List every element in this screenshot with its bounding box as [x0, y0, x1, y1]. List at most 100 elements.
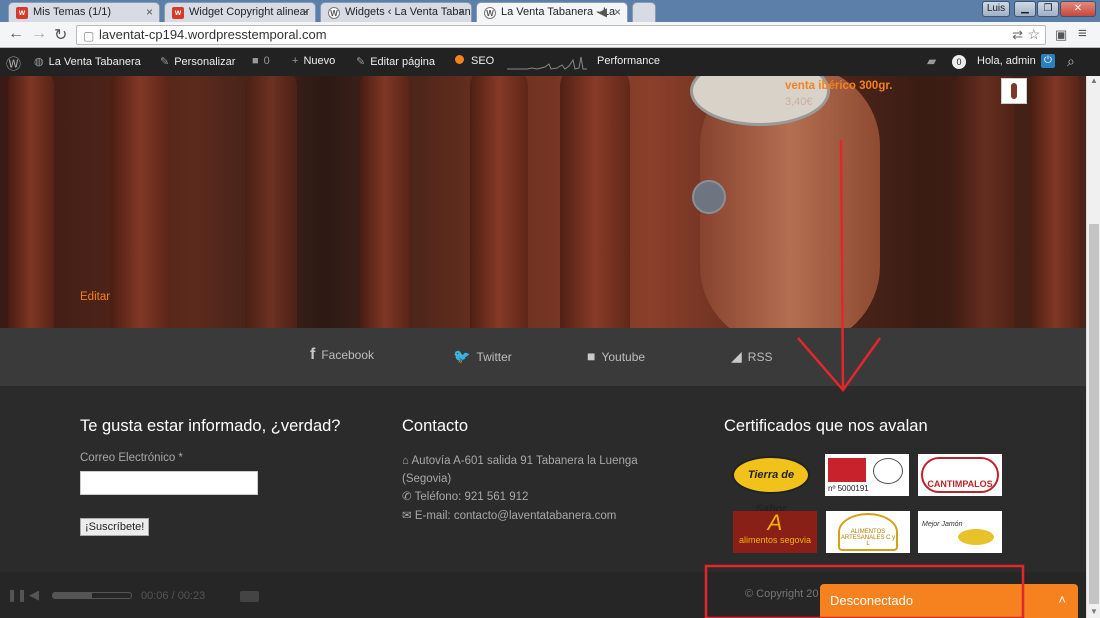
hero-background-image: venta ibérico 300gr. 3,40€ Editar — [0, 76, 1086, 328]
window-close-button[interactable]: ✕ — [1060, 1, 1096, 17]
alimentos-artesanales-logo[interactable]: ALIMENTOS ARTESANALES C y L — [826, 511, 910, 553]
profile-badge[interactable]: Luis — [982, 1, 1010, 17]
rss-icon: ◢ — [731, 348, 742, 364]
restore-button[interactable]: ❐ — [1037, 1, 1059, 17]
product-thumbnail[interactable] — [1001, 78, 1027, 104]
footer-widgets: Te gusta estar informado, ¿verdad? Corre… — [0, 386, 1086, 572]
contact-phone: ✆ Teléfono: 921 561 912 — [402, 491, 529, 503]
brush-icon: ✎ — [160, 56, 170, 68]
notification-count-badge[interactable]: 0 — [952, 55, 966, 69]
scroll-up-arrow-icon[interactable]: ▲ — [1090, 76, 1098, 85]
certificates-heading: Certificados que nos avalan — [724, 417, 928, 435]
reload-icon[interactable]: ↻ — [54, 25, 67, 45]
translate-icon[interactable]: ⇄ — [1012, 27, 1023, 43]
browser-toolbar: ← → ↻ ▢ laventat-cp194.wordpresstemporal… — [0, 22, 1100, 48]
tab-title: Widgets ‹ La Venta Tabanera — [345, 6, 471, 18]
social-link-twitter[interactable]: 🐦 Twitter — [453, 348, 512, 365]
pause-icon[interactable]: ❚❚ — [7, 588, 27, 602]
wordpress-logo-icon[interactable]: Ⓦ — [6, 53, 21, 74]
wu-favicon-icon: w — [172, 7, 184, 19]
scroll-down-arrow-icon[interactable]: ▼ — [1090, 607, 1098, 616]
audio-options-icon[interactable] — [240, 591, 259, 602]
admin-edit-page[interactable]: ✎ Editar página — [356, 55, 435, 68]
admin-customize[interactable]: ✎ Personalizar — [160, 55, 235, 68]
dashboard-icon: ◍ — [34, 56, 44, 68]
cantimpalos-logo[interactable]: CANTIMPALOS — [918, 454, 1002, 496]
social-link-rss[interactable]: ◢ RSS — [731, 348, 772, 365]
plus-icon: + — [292, 55, 299, 67]
admin-site-name[interactable]: ◍ La Venta Tabanera — [34, 55, 141, 68]
close-icon[interactable]: × — [302, 5, 309, 19]
tierra-de-sabor-logo[interactable]: Tierra de Sabor — [730, 454, 814, 515]
extension-icon[interactable]: ▣ — [1055, 27, 1067, 43]
newsletter-heading: Te gusta estar informado, ¿verdad? — [80, 417, 341, 435]
tab-mis-temas[interactable]: w Mis Temas (1/1) × — [8, 2, 160, 22]
alimentos-segovia-logo[interactable]: A alimentos segovia — [733, 511, 817, 553]
wu-favicon-icon: w — [16, 7, 28, 19]
close-icon[interactable]: × — [614, 5, 621, 19]
bookmark-star-icon[interactable]: ☆ — [1027, 26, 1040, 43]
product-name-link[interactable]: venta ibérico 300gr. — [785, 80, 892, 92]
admin-performance[interactable]: Performance — [597, 55, 660, 67]
edit-link[interactable]: Editar — [80, 291, 110, 303]
notification-flag-icon[interactable]: ▰ — [927, 54, 936, 68]
address-bar[interactable]: ▢ laventat-cp194.wordpresstemporal.com ⇄… — [76, 25, 1046, 45]
performance-sparkline-icon — [507, 56, 587, 70]
admin-seo[interactable]: SEO — [455, 55, 494, 67]
page-scrollbar[interactable]: ▲ ▼ — [1086, 76, 1100, 618]
browser-tab-strip: w Mis Temas (1/1) × w Widget Copyright a… — [0, 0, 1100, 22]
scrollbar-thumb[interactable] — [1089, 224, 1099, 604]
facebook-icon: f — [310, 346, 316, 363]
contact-email[interactable]: ✉ E-mail: contacto@laventatabanera.com — [402, 508, 616, 522]
url-text: laventat-cp194.wordpresstemporal.com — [99, 27, 327, 42]
chevron-up-icon[interactable]: ˄ — [1058, 592, 1066, 607]
audio-progress-bar[interactable] — [52, 592, 132, 599]
tab-la-venta-tabanera[interactable]: W La Venta Tabanera - La ◀ × — [476, 2, 628, 22]
wp-admin-bar: Ⓦ ◍ La Venta Tabanera ✎ Personalizar ■ 0 + N… — [0, 48, 1100, 76]
chat-widget[interactable]: Desconectado ˄ — [820, 584, 1078, 618]
comment-icon: ■ — [252, 55, 259, 67]
product-price: 3,40€ — [785, 96, 813, 108]
phone-icon: ✆ — [402, 491, 415, 503]
bureau-veritas-logo[interactable]: nº 5000191 — [825, 454, 909, 496]
admin-comments[interactable]: ■ 0 — [252, 55, 270, 67]
social-links-bar: f Facebook 🐦 Twitter ■ Youtube ◢ RSS — [0, 328, 1086, 386]
forward-arrow-icon[interactable]: → — [31, 25, 47, 43]
admin-new[interactable]: + Nuevo — [292, 55, 335, 67]
tab-widgets[interactable]: W Widgets ‹ La Venta Tabanera × — [320, 2, 472, 22]
copyright-text: © Copyright 20 — [745, 588, 819, 600]
admin-greeting[interactable]: Hola, admin — [977, 55, 1036, 67]
wordpress-favicon-icon: W — [484, 7, 496, 19]
wordpress-favicon-icon: W — [328, 7, 340, 19]
contact-address: ⌂ Autovía A-601 salida 91 Tabanera la Lu… — [402, 455, 638, 485]
close-icon[interactable]: × — [146, 5, 153, 19]
home-icon: ⌂ — [402, 455, 412, 467]
speaker-icon: ◀ — [597, 5, 607, 19]
search-icon[interactable]: ⌕ — [1067, 53, 1075, 70]
minimize-button[interactable]: ▁ — [1014, 1, 1036, 17]
page-icon: ▢ — [83, 29, 95, 43]
volume-icon[interactable]: ◀ — [29, 587, 39, 603]
footer-bottom-bar: ❚❚ ◀ 00:06 / 00:23 © Copyright 20 Descon… — [0, 572, 1086, 618]
new-tab-button[interactable] — [632, 2, 656, 22]
social-link-facebook[interactable]: f Facebook — [310, 346, 374, 364]
menu-icon[interactable]: ≡ — [1078, 25, 1087, 42]
avatar[interactable]: ⏻ — [1041, 54, 1055, 68]
audio-time: 00:06 / 00:23 — [141, 590, 206, 602]
close-icon[interactable]: × — [458, 5, 465, 19]
email-field[interactable] — [80, 471, 258, 495]
twitter-icon: 🐦 — [453, 348, 471, 364]
youtube-icon: ■ — [587, 348, 596, 364]
pencil-icon: ✎ — [356, 56, 366, 68]
tab-title: Mis Temas (1/1) — [33, 6, 112, 18]
mejor-jamon-logo[interactable]: Mejor Jamón — [918, 511, 1002, 553]
tab-widget-copyright[interactable]: w Widget Copyright alinear × — [164, 2, 316, 22]
social-link-youtube[interactable]: ■ Youtube — [587, 348, 645, 364]
ham-seal-image — [692, 180, 726, 214]
tab-title: Widget Copyright alinear — [189, 6, 310, 18]
subscribe-button[interactable]: ¡Suscríbete! — [80, 518, 150, 536]
envelope-icon: ✉ — [402, 510, 415, 522]
chat-status: Desconectado — [830, 593, 914, 608]
email-label: Correo Electrónico * — [80, 452, 183, 464]
back-arrow-icon[interactable]: ← — [8, 25, 24, 43]
